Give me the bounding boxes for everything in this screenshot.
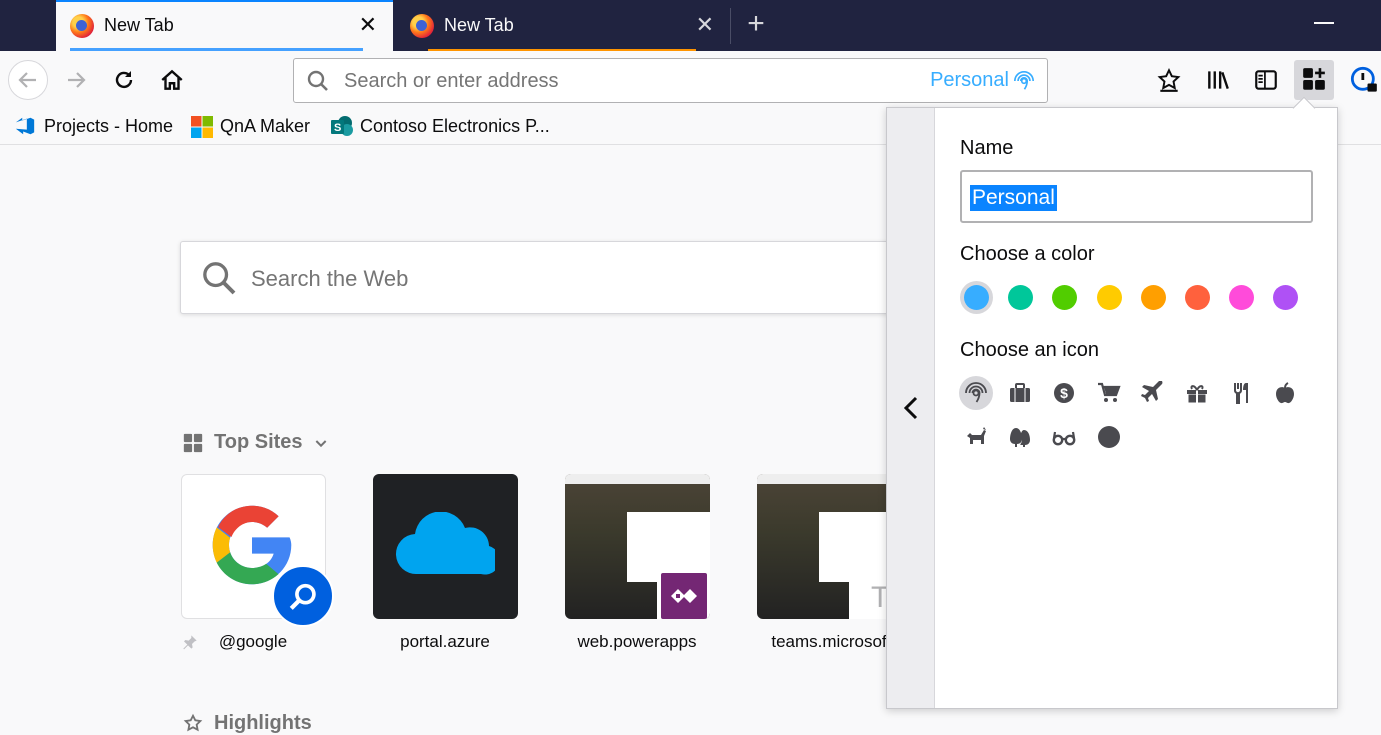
search-icon [307,70,328,91]
app-badge [657,569,710,619]
highlights-header[interactable]: Highlights [182,712,312,735]
color-swatch[interactable] [1052,285,1078,310]
library-button[interactable] [1201,63,1235,97]
search-icon [203,262,236,295]
top-site-web-powerapps[interactable] [565,474,710,619]
forward-button[interactable] [58,62,94,98]
containers-icon [1303,68,1325,90]
color-swatch[interactable] [1229,285,1255,310]
fingerprint-icon[interactable] [959,376,993,410]
container-label[interactable]: Personal [930,69,1009,92]
cookie-banner [565,474,710,484]
tab-new-tab[interactable]: New Tab ✕ [396,0,730,51]
chevron-down-icon[interactable] [313,435,329,451]
library-icon [1208,71,1229,90]
bookmark-label: Contoso Electronics P... [360,115,550,136]
address-bar[interactable]: Personal [293,58,1048,103]
grid-icon [183,433,203,452]
dollar-icon[interactable]: $ [1047,376,1081,410]
sidebar-button[interactable] [1249,63,1283,97]
color-swatch[interactable] [1140,285,1166,310]
bookmark-star-button[interactable] [1152,63,1186,97]
name-label: Name [960,137,1014,159]
briefcase-icon[interactable] [1003,376,1037,410]
color-swatch[interactable] [1008,285,1034,310]
chill-icon[interactable] [1047,420,1081,454]
address-input[interactable] [344,67,864,95]
tree-icon[interactable] [1003,420,1037,454]
top-sites-header[interactable]: Top Sites [182,431,329,454]
color-swatch[interactable] [1185,285,1210,310]
chevron-left-icon[interactable] [899,393,923,423]
pet-icon[interactable] [959,420,993,454]
firefox-icon [70,13,94,38]
back-button[interactable] [8,60,48,100]
top-site-teams[interactable]: T [757,474,897,619]
icon-label: Choose an icon [960,339,1099,361]
fruit-icon[interactable] [1268,376,1302,410]
close-icon[interactable]: ✕ [696,14,714,36]
password-manager-icon [1350,66,1377,92]
star-icon [1157,67,1181,92]
color-swatch[interactable] [964,285,989,310]
panel-back-column[interactable] [887,108,935,708]
firefox-icon [410,13,434,38]
gift-icon[interactable] [1180,376,1214,410]
cloud-icon [395,512,495,575]
bookmark-qna-maker[interactable]: QnA Maker [190,115,311,138]
minimize-button[interactable] [1314,22,1334,24]
new-tab-button[interactable]: + [742,9,770,39]
bookmark-label: Projects - Home [44,115,174,136]
svg-text:$: $ [1060,385,1068,401]
circle-icon[interactable] [1092,420,1126,454]
home-button[interactable] [154,62,190,98]
color-label: Choose a color [960,243,1095,265]
forward-arrow-icon [68,72,86,88]
web-search-box[interactable] [180,241,900,314]
svg-text:S: S [334,122,341,134]
reload-button[interactable] [106,62,142,98]
highlights-icon [183,713,203,731]
top-site-google[interactable] [181,474,334,627]
microsoft-logo-icon [190,115,213,138]
back-arrow-icon [18,72,36,88]
top-site-label[interactable]: web.powerapps [552,632,722,652]
name-selection: Personal [970,185,1057,211]
bookmark-contoso[interactable]: S Contoso Electronics P... [330,115,550,137]
close-icon[interactable]: ✕ [359,14,377,36]
top-site-label[interactable]: portal.azure [360,632,530,652]
top-sites-title: Top Sites [214,431,303,453]
tab-new-tab-active[interactable]: New Tab ✕ [56,0,393,51]
top-site-portal-azure[interactable] [373,474,518,619]
fingerprint-icon [1014,71,1034,90]
azure-devops-icon [14,115,36,137]
vacation-icon[interactable] [1136,376,1170,410]
search-shortcut-badge [272,565,334,627]
search-icon [289,583,316,610]
container-edit-panel: Name Personal Choose a color Choose an i… [886,107,1338,709]
extension-button[interactable] [1347,63,1381,97]
cart-icon[interactable] [1092,376,1126,410]
food-icon[interactable] [1224,376,1258,410]
bookmark-label: QnA Maker [220,115,311,136]
powerapps-icon [671,589,697,603]
multi-account-containers-button[interactable] [1294,60,1334,100]
sharepoint-icon: S [330,115,353,137]
highlights-title: Highlights [214,712,312,734]
color-swatch[interactable] [1273,285,1299,310]
tab-title: New Tab [104,15,174,35]
home-icon [161,69,183,90]
tab-title: New Tab [444,15,514,35]
color-swatch[interactable] [1096,285,1122,310]
bookmark-projects-home[interactable]: Projects - Home [14,115,173,137]
sidebar-icon [1255,70,1277,90]
web-search-input[interactable] [251,264,851,294]
reload-icon [115,71,133,89]
top-site-label[interactable]: @google [168,632,338,652]
